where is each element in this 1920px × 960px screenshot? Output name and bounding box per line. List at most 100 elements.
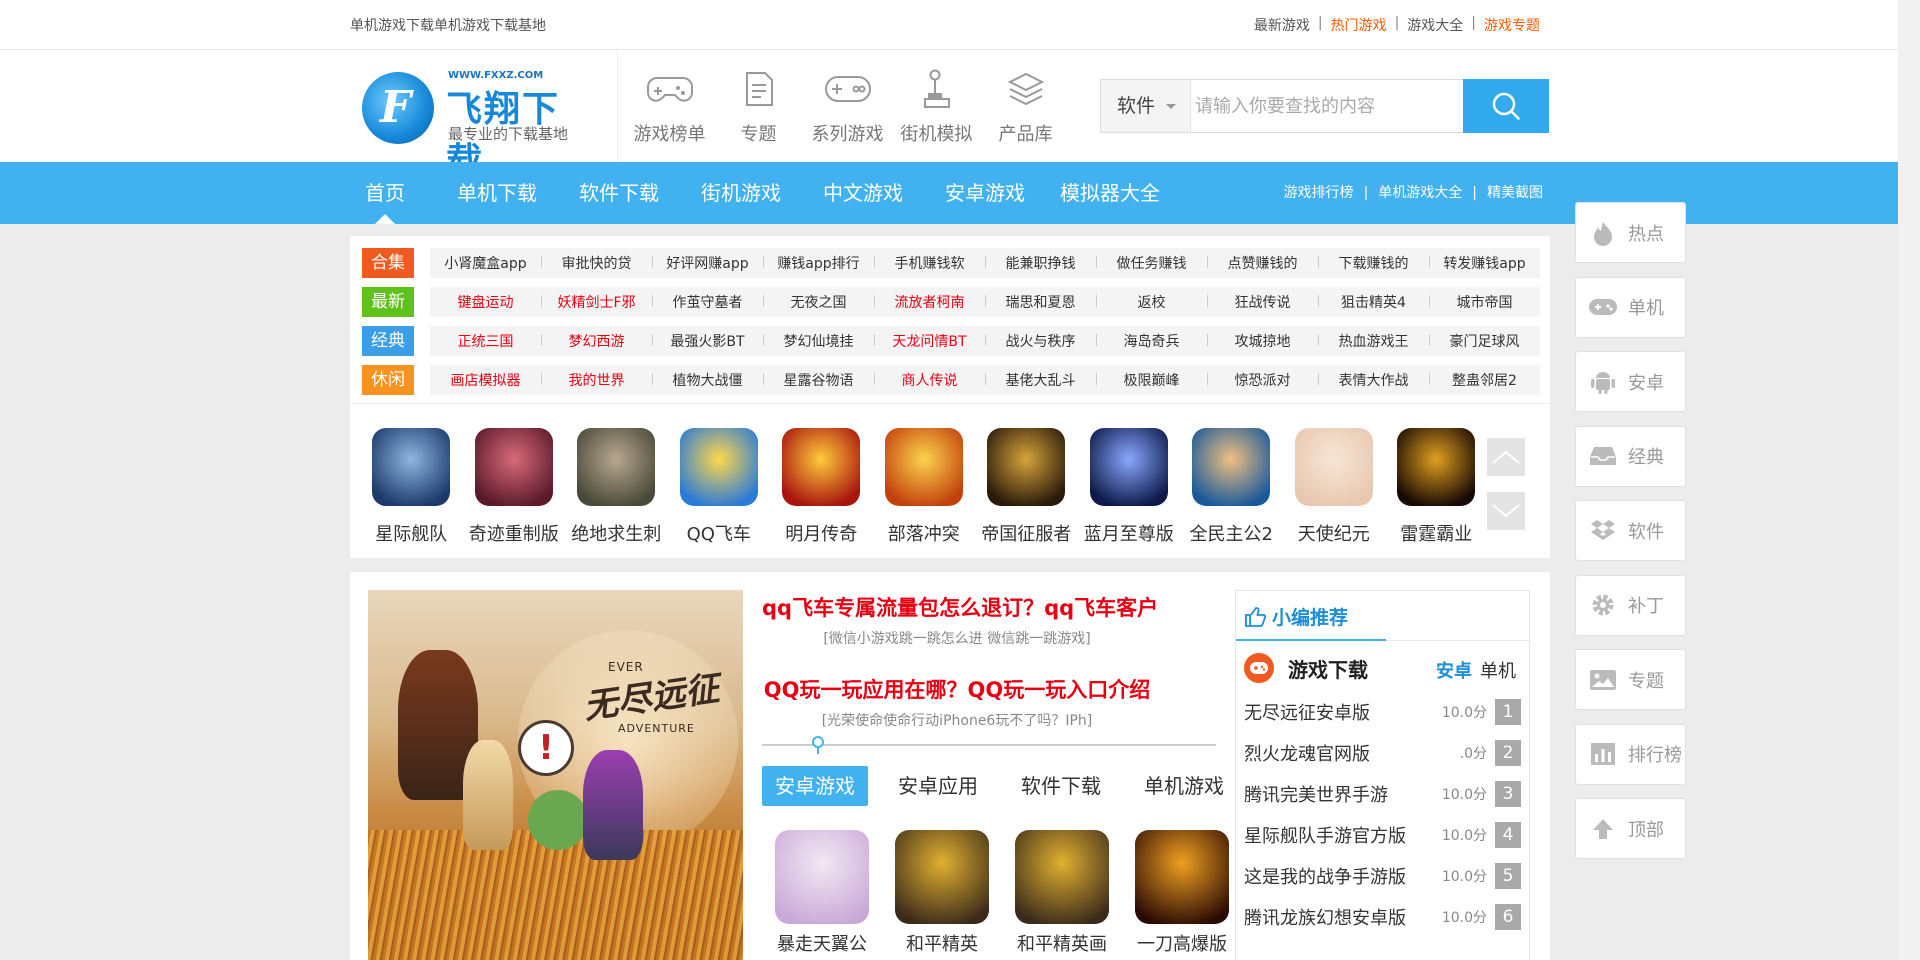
float-sidebar-item[interactable]: 补丁 (1575, 574, 1686, 636)
tab-pc-games[interactable]: 单机游戏 (1131, 766, 1237, 806)
main-nav-android-games[interactable]: 安卓游戏 (945, 162, 1025, 224)
tag-link[interactable]: 作茧守墓者 (652, 292, 763, 312)
tab-android-apps[interactable]: 安卓应用 (885, 766, 991, 806)
tag-link[interactable]: 整蛊邻居2 (1429, 370, 1540, 390)
tag-link[interactable]: 极限巅峰 (1096, 370, 1207, 390)
top-link-hot-games[interactable]: 热门游戏 (1323, 15, 1395, 35)
scroll-up-button[interactable] (1487, 438, 1525, 476)
game-tile[interactable]: QQ飞车 (668, 428, 771, 546)
tag-link[interactable]: 赚钱app排行 (763, 253, 874, 273)
recommend-row[interactable]: 这是我的战争手游版 10.0分 5 (1236, 855, 1529, 896)
tag-link[interactable]: 键盘运动 (430, 292, 541, 312)
scroll-down-button[interactable] (1487, 492, 1525, 530)
tag-link[interactable]: 热血游戏王 (1318, 331, 1429, 351)
game-tile[interactable]: 部落冲突 (873, 428, 976, 546)
main-nav-arcade[interactable]: 街机游戏 (701, 162, 781, 224)
tab-android-games[interactable]: 安卓游戏 (762, 766, 868, 806)
header-nav-series-games[interactable]: 系列游戏 (803, 66, 892, 146)
float-sidebar-item[interactable]: 软件 (1575, 500, 1686, 561)
float-sidebar-item[interactable]: 顶部 (1575, 798, 1686, 859)
tag-link[interactable]: 海岛奇兵 (1096, 331, 1207, 351)
tag-link[interactable]: 战火与秩序 (985, 331, 1096, 351)
tag-link[interactable]: 表情大作战 (1318, 370, 1429, 390)
headline-sub[interactable]: [微信小游戏跳一跳怎么进 微信跳一跳游戏] (762, 628, 1152, 648)
tag-link[interactable]: 点赞赚钱的 (1207, 253, 1318, 273)
tag-link[interactable]: 画店模拟器 (430, 370, 541, 390)
game-tile[interactable]: 奇迹重制版 (463, 428, 566, 546)
tag-link[interactable]: 天龙问情BT (874, 331, 985, 351)
header-nav-product-library[interactable]: 产品库 (981, 66, 1070, 146)
search-button[interactable] (1463, 79, 1549, 133)
headline-sub[interactable]: [光荣使命使命行动iPhone6玩不了吗？IPh] (762, 710, 1152, 730)
tag-link[interactable]: 手机赚钱软 (874, 253, 985, 273)
tag-link[interactable]: 梦幻西游 (541, 331, 652, 351)
game-tile[interactable]: 蓝月至尊版 (1078, 428, 1181, 546)
top-link-latest-games[interactable]: 最新游戏 (1246, 15, 1318, 35)
float-sidebar-item[interactable]: 热点 (1575, 202, 1686, 263)
main-nav-game-ranking[interactable]: 游戏排行榜 (1284, 185, 1354, 201)
main-nav-chinese-games[interactable]: 中文游戏 (823, 162, 903, 224)
top-link-game-topics[interactable]: 游戏专题 (1476, 15, 1548, 35)
tag-link[interactable]: 基佬大乱斗 (985, 370, 1096, 390)
game-tile[interactable]: 星际舰队 (360, 428, 463, 546)
search-category-select[interactable]: 软件 (1101, 80, 1191, 132)
tag-link[interactable]: 最强火影BT (652, 331, 763, 351)
main-nav-software[interactable]: 软件下载 (579, 162, 659, 224)
app-tile[interactable]: 和平精英画 (1002, 830, 1122, 956)
search-input[interactable] (1193, 80, 1463, 132)
recommend-tab-android[interactable]: 安卓 (1436, 657, 1472, 683)
tag-link[interactable]: 惊恐派对 (1207, 370, 1318, 390)
tag-badge[interactable]: 合集 (362, 248, 414, 278)
tag-badge[interactable]: 休闲 (362, 365, 414, 395)
game-tile[interactable]: 雷霆霸业 (1385, 428, 1488, 546)
recommend-row[interactable]: 星际舰队手游官方版 10.0分 4 (1236, 814, 1529, 855)
headline-title[interactable]: qq飞车专属流量包怎么退订？qq飞车客户 (762, 592, 1158, 622)
tag-link[interactable]: 妖精剑士F邪 (541, 292, 652, 312)
tag-link[interactable]: 城市帝国 (1429, 292, 1540, 312)
site-logo[interactable]: F WWW.FXXZ.COM 飞翔下载 最专业的下载基地 (362, 70, 592, 182)
main-nav-home[interactable]: 首页 (365, 162, 405, 224)
recommend-row[interactable]: 无尽远征安卓版 10.0分 1 (1236, 691, 1529, 732)
tag-link[interactable]: 好评网赚app (652, 253, 763, 273)
tag-link[interactable]: 小肾魔盒app (430, 253, 541, 273)
tag-link[interactable]: 审批快的贷 (541, 253, 652, 273)
main-nav-emulators[interactable]: 模拟器大全 (1060, 162, 1160, 224)
featured-banner[interactable]: EVER 无尽远征 ADVENTURE ! (368, 590, 743, 960)
tag-link[interactable]: 梦幻仙境挂 (763, 331, 874, 351)
main-nav-screenshots[interactable]: 精美截图 (1487, 185, 1543, 201)
header-nav-topics[interactable]: 专题 (714, 66, 803, 146)
app-tile[interactable]: 一刀高爆版 (1122, 830, 1242, 956)
header-nav-arcade-emulator[interactable]: 街机模拟 (892, 66, 981, 146)
app-tile[interactable]: 和平精英 (882, 830, 1002, 956)
main-nav-pc-game-collection[interactable]: 单机游戏大全 (1378, 185, 1462, 201)
tag-link[interactable]: 植物大战僵 (652, 370, 763, 390)
tag-link[interactable]: 正统三国 (430, 331, 541, 351)
tag-link[interactable]: 我的世界 (541, 370, 652, 390)
tag-link[interactable]: 无夜之国 (763, 292, 874, 312)
tag-link[interactable]: 转发赚钱app (1429, 253, 1540, 273)
float-sidebar-item[interactable]: 专题 (1575, 649, 1686, 710)
float-sidebar-item[interactable]: 单机 (1575, 276, 1686, 338)
tag-link[interactable]: 瑞思和夏恩 (985, 292, 1096, 312)
tag-link[interactable]: 下载赚钱的 (1318, 253, 1429, 273)
tag-link[interactable]: 能兼职挣钱 (985, 253, 1096, 273)
float-sidebar-item[interactable]: 安卓 (1575, 351, 1686, 412)
recommend-tab-pc[interactable]: 单机 (1480, 657, 1516, 683)
float-sidebar-item[interactable]: 经典 (1575, 425, 1686, 487)
page-scrollbar[interactable] (1898, 0, 1920, 960)
header-nav-game-ranking[interactable]: 游戏榜单 (625, 66, 714, 146)
tag-link[interactable]: 返校 (1096, 292, 1207, 312)
app-tile[interactable]: 暴走天翼公 (762, 830, 882, 956)
tag-link[interactable]: 星露谷物语 (763, 370, 874, 390)
game-tile[interactable]: 帝国征服者 (975, 428, 1078, 546)
tag-link[interactable]: 商人传说 (874, 370, 985, 390)
game-tile[interactable]: 天使纪元 (1283, 428, 1386, 546)
game-tile[interactable]: 明月传奇 (770, 428, 873, 546)
tag-link[interactable]: 做任务赚钱 (1096, 253, 1207, 273)
recommend-row[interactable]: 烈火龙魂官网版 .0分 2 (1236, 732, 1529, 773)
headline-title[interactable]: QQ玩一玩应用在哪？QQ玩一玩入口介绍 (762, 674, 1152, 704)
float-sidebar-item[interactable]: 排行榜 (1575, 723, 1686, 785)
tag-link[interactable]: 狂战传说 (1207, 292, 1318, 312)
top-link-game-collection[interactable]: 游戏大全 (1399, 15, 1471, 35)
tag-link[interactable]: 攻城掠地 (1207, 331, 1318, 351)
